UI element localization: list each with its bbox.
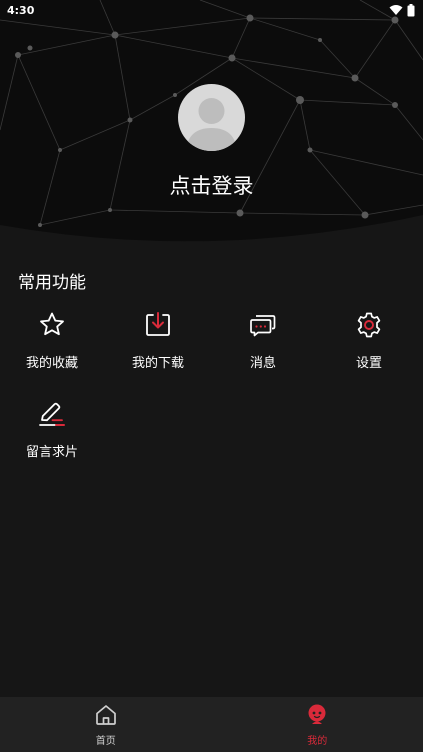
settings-label: 设置	[355, 356, 382, 371]
settings-button[interactable]: 设置	[324, 300, 414, 380]
gear-icon	[357, 312, 381, 338]
profile-icon	[308, 704, 326, 724]
bottom-nav: 首页 我的	[0, 697, 423, 752]
profile-screen: 4:30 点击登录 常用功能 我的收藏 我的下载 消息 设置 留言求片 首页 我…	[0, 0, 423, 752]
status-bar: 4:30	[0, 0, 423, 20]
status-time: 4:30	[7, 3, 35, 17]
request-movie-button[interactable]: 留言求片	[7, 389, 97, 469]
wifi-icon	[389, 5, 403, 15]
nav-label-home: 首页	[95, 736, 116, 747]
downloads-button[interactable]: 我的下载	[113, 300, 203, 380]
messages-button[interactable]: 消息	[218, 300, 308, 380]
status-icons	[389, 3, 415, 17]
messages-label: 消息	[249, 356, 276, 371]
favorites-button[interactable]: 我的收藏	[7, 300, 97, 380]
message-icon	[250, 315, 276, 337]
home-icon	[95, 705, 116, 725]
downloads-label: 我的下载	[131, 356, 184, 371]
nav-label-mine: 我的	[307, 736, 328, 747]
avatar[interactable]	[178, 84, 245, 151]
edit-icon	[39, 402, 65, 426]
login-button[interactable]: 点击登录	[0, 170, 423, 200]
star-icon	[40, 312, 64, 336]
request-movie-label: 留言求片	[25, 445, 78, 460]
profile-header: 4:30 点击登录	[0, 0, 423, 245]
nav-item-home[interactable]: 首页	[0, 697, 212, 752]
nav-item-mine[interactable]: 我的	[212, 697, 423, 752]
default-avatar-icon	[186, 98, 237, 151]
battery-icon	[407, 3, 415, 16]
download-icon	[146, 312, 170, 336]
section-title-common-functions: 常用功能	[18, 273, 86, 293]
favorites-label: 我的收藏	[25, 356, 78, 371]
